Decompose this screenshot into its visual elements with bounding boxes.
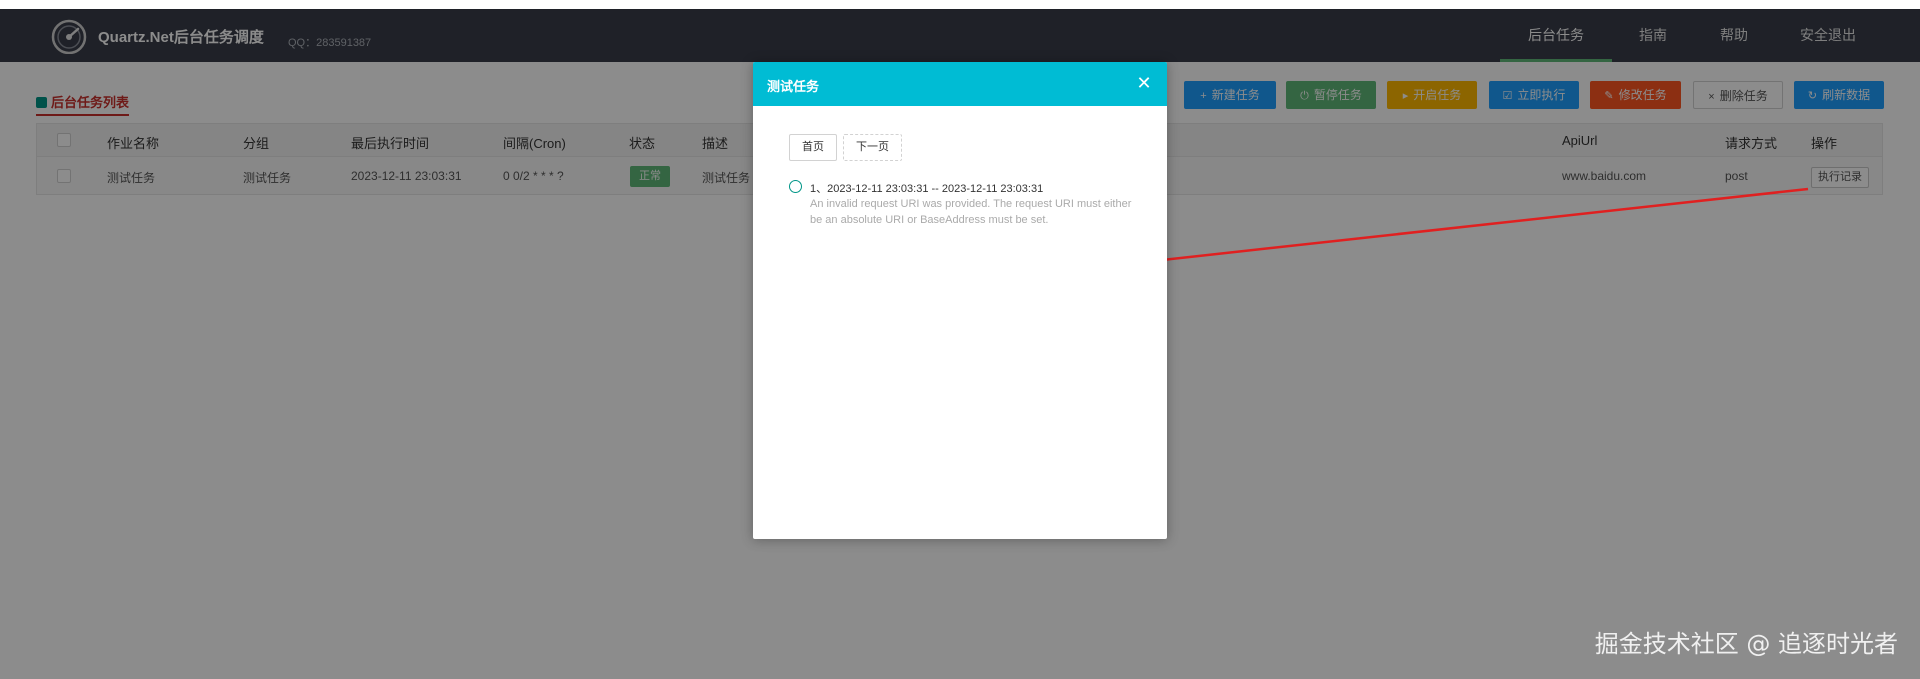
modal-title: 测试任务 [767, 79, 820, 94]
first-page-button[interactable]: 首页 [789, 134, 837, 161]
watermark: 掘金技术社区 @ 追逐时光者 [1594, 630, 1898, 658]
task-log-modal: 测试任务 ✕ 首页 下一页 1、2023-12-11 23:03:31 -- 2… [753, 62, 1167, 539]
next-page-button[interactable]: 下一页 [843, 134, 902, 161]
close-icon[interactable]: ✕ [1133, 72, 1155, 94]
log-error-message: An invalid request URI was provided. The… [810, 198, 1132, 226]
log-time-range: 1、2023-12-11 23:03:31 -- 2023-12-11 23:0… [810, 183, 1044, 195]
top-strip [0, 0, 1920, 9]
modal-header: 测试任务 ✕ [753, 62, 1167, 106]
timeline-dot-icon [789, 180, 802, 193]
